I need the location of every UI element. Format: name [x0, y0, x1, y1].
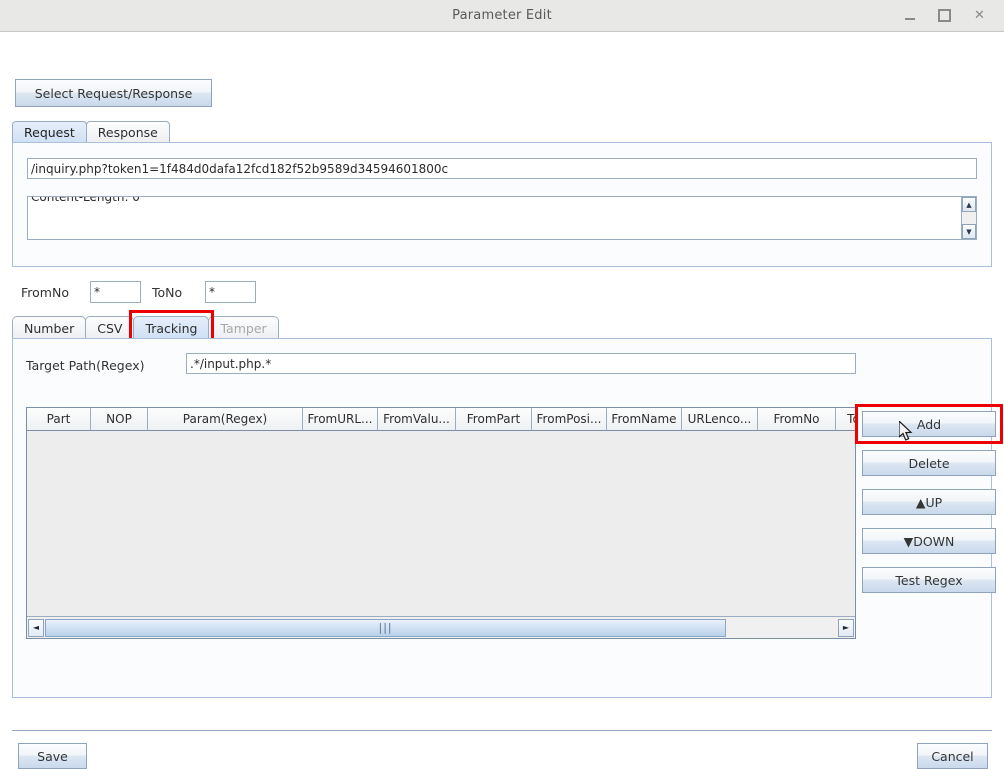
tono-input[interactable]: * — [205, 281, 256, 303]
fromno-input[interactable]: * — [90, 281, 141, 303]
scroll-down-icon[interactable]: ▼ — [962, 224, 976, 239]
tracking-column-header[interactable]: FromURL... — [303, 408, 378, 431]
mode-tabstrip: Number CSV Tracking Tamper — [12, 316, 279, 339]
move-up-button[interactable]: ▲UP — [862, 489, 996, 515]
target-path-label: Target Path(Regex) — [26, 358, 145, 373]
tracking-column-header[interactable]: To — [836, 408, 855, 431]
scrollbar-thumb[interactable]: ||| — [45, 618, 727, 637]
request-body-text: Content-Length: 0 — [31, 196, 140, 204]
fromno-label: FromNo — [21, 285, 69, 300]
request-response-tabstrip: Request Response — [12, 121, 170, 143]
tracking-column-header[interactable]: URLenco... — [682, 408, 758, 431]
close-icon[interactable]: ✕ — [972, 8, 987, 23]
tab-tracking[interactable]: Tracking — [133, 316, 210, 339]
request-body-vertical-scrollbar[interactable]: ▲ ▼ — [961, 197, 976, 239]
mouse-cursor-icon — [899, 421, 913, 441]
tracking-table-horizontal-scrollbar[interactable]: ◄ ||| ► — [27, 616, 855, 638]
tab-request[interactable]: Request — [12, 121, 87, 143]
test-regex-button[interactable]: Test Regex — [862, 567, 996, 593]
window-titlebar: Parameter Edit ✕ — [0, 0, 1004, 32]
tracking-table-header: Part NOP Param(Regex) FromURL... FromValu...… — [27, 408, 855, 431]
tracking-table-body[interactable] — [27, 431, 855, 616]
tracking-column-header[interactable]: FromValu... — [378, 408, 456, 431]
tab-number[interactable]: Number — [12, 316, 87, 339]
tracking-column-header[interactable]: NOP — [91, 408, 148, 431]
scroll-left-icon[interactable]: ◄ — [28, 618, 44, 637]
request-panel: /inquiry.php?token1=1f484d0dafa12fcd182f… — [12, 142, 992, 267]
minimize-icon[interactable] — [902, 8, 917, 23]
tracking-column-header[interactable]: FromName — [607, 408, 682, 431]
tono-label: ToNo — [152, 285, 183, 300]
request-url-input[interactable]: /inquiry.php?token1=1f484d0dafa12fcd182f… — [27, 158, 977, 179]
window-title: Parameter Edit — [452, 8, 552, 23]
maximize-icon[interactable] — [937, 8, 952, 23]
tab-tamper: Tamper — [208, 316, 279, 339]
tracking-column-header[interactable]: FromPosi... — [532, 408, 607, 431]
tab-response[interactable]: Response — [85, 121, 170, 143]
tracking-column-header[interactable]: FromNo — [758, 408, 836, 431]
add-button[interactable]: Add — [862, 411, 996, 437]
tracking-column-header[interactable]: Part — [27, 408, 91, 431]
scroll-right-icon[interactable]: ► — [838, 618, 854, 637]
save-button[interactable]: Save — [18, 743, 87, 769]
footer-separator — [12, 730, 992, 731]
move-down-button[interactable]: ▼DOWN — [862, 528, 996, 554]
select-request-response-button[interactable]: Select Request/Response — [15, 79, 212, 107]
scroll-up-icon[interactable]: ▲ — [962, 197, 976, 212]
delete-button[interactable]: Delete — [862, 450, 996, 476]
tracking-column-header[interactable]: Param(Regex) — [148, 408, 303, 431]
request-body-textarea[interactable]: Content-Length: 0 ▲ ▼ — [27, 196, 977, 240]
window-controls: ✕ — [902, 8, 1004, 23]
tab-csv[interactable]: CSV — [85, 316, 135, 339]
tracking-panel: Target Path(Regex) .*/input.php.* Part NO… — [12, 338, 992, 698]
target-path-input[interactable]: .*/input.php.* — [186, 353, 856, 374]
number-range-row: FromNo * ToNo * — [0, 281, 1004, 305]
scrollbar-track[interactable]: ||| — [45, 618, 837, 637]
tracking-table: Part NOP Param(Regex) FromURL... FromValu...… — [26, 407, 856, 639]
cancel-button[interactable]: Cancel — [917, 743, 988, 769]
tracking-column-header[interactable]: FromPart — [456, 408, 532, 431]
